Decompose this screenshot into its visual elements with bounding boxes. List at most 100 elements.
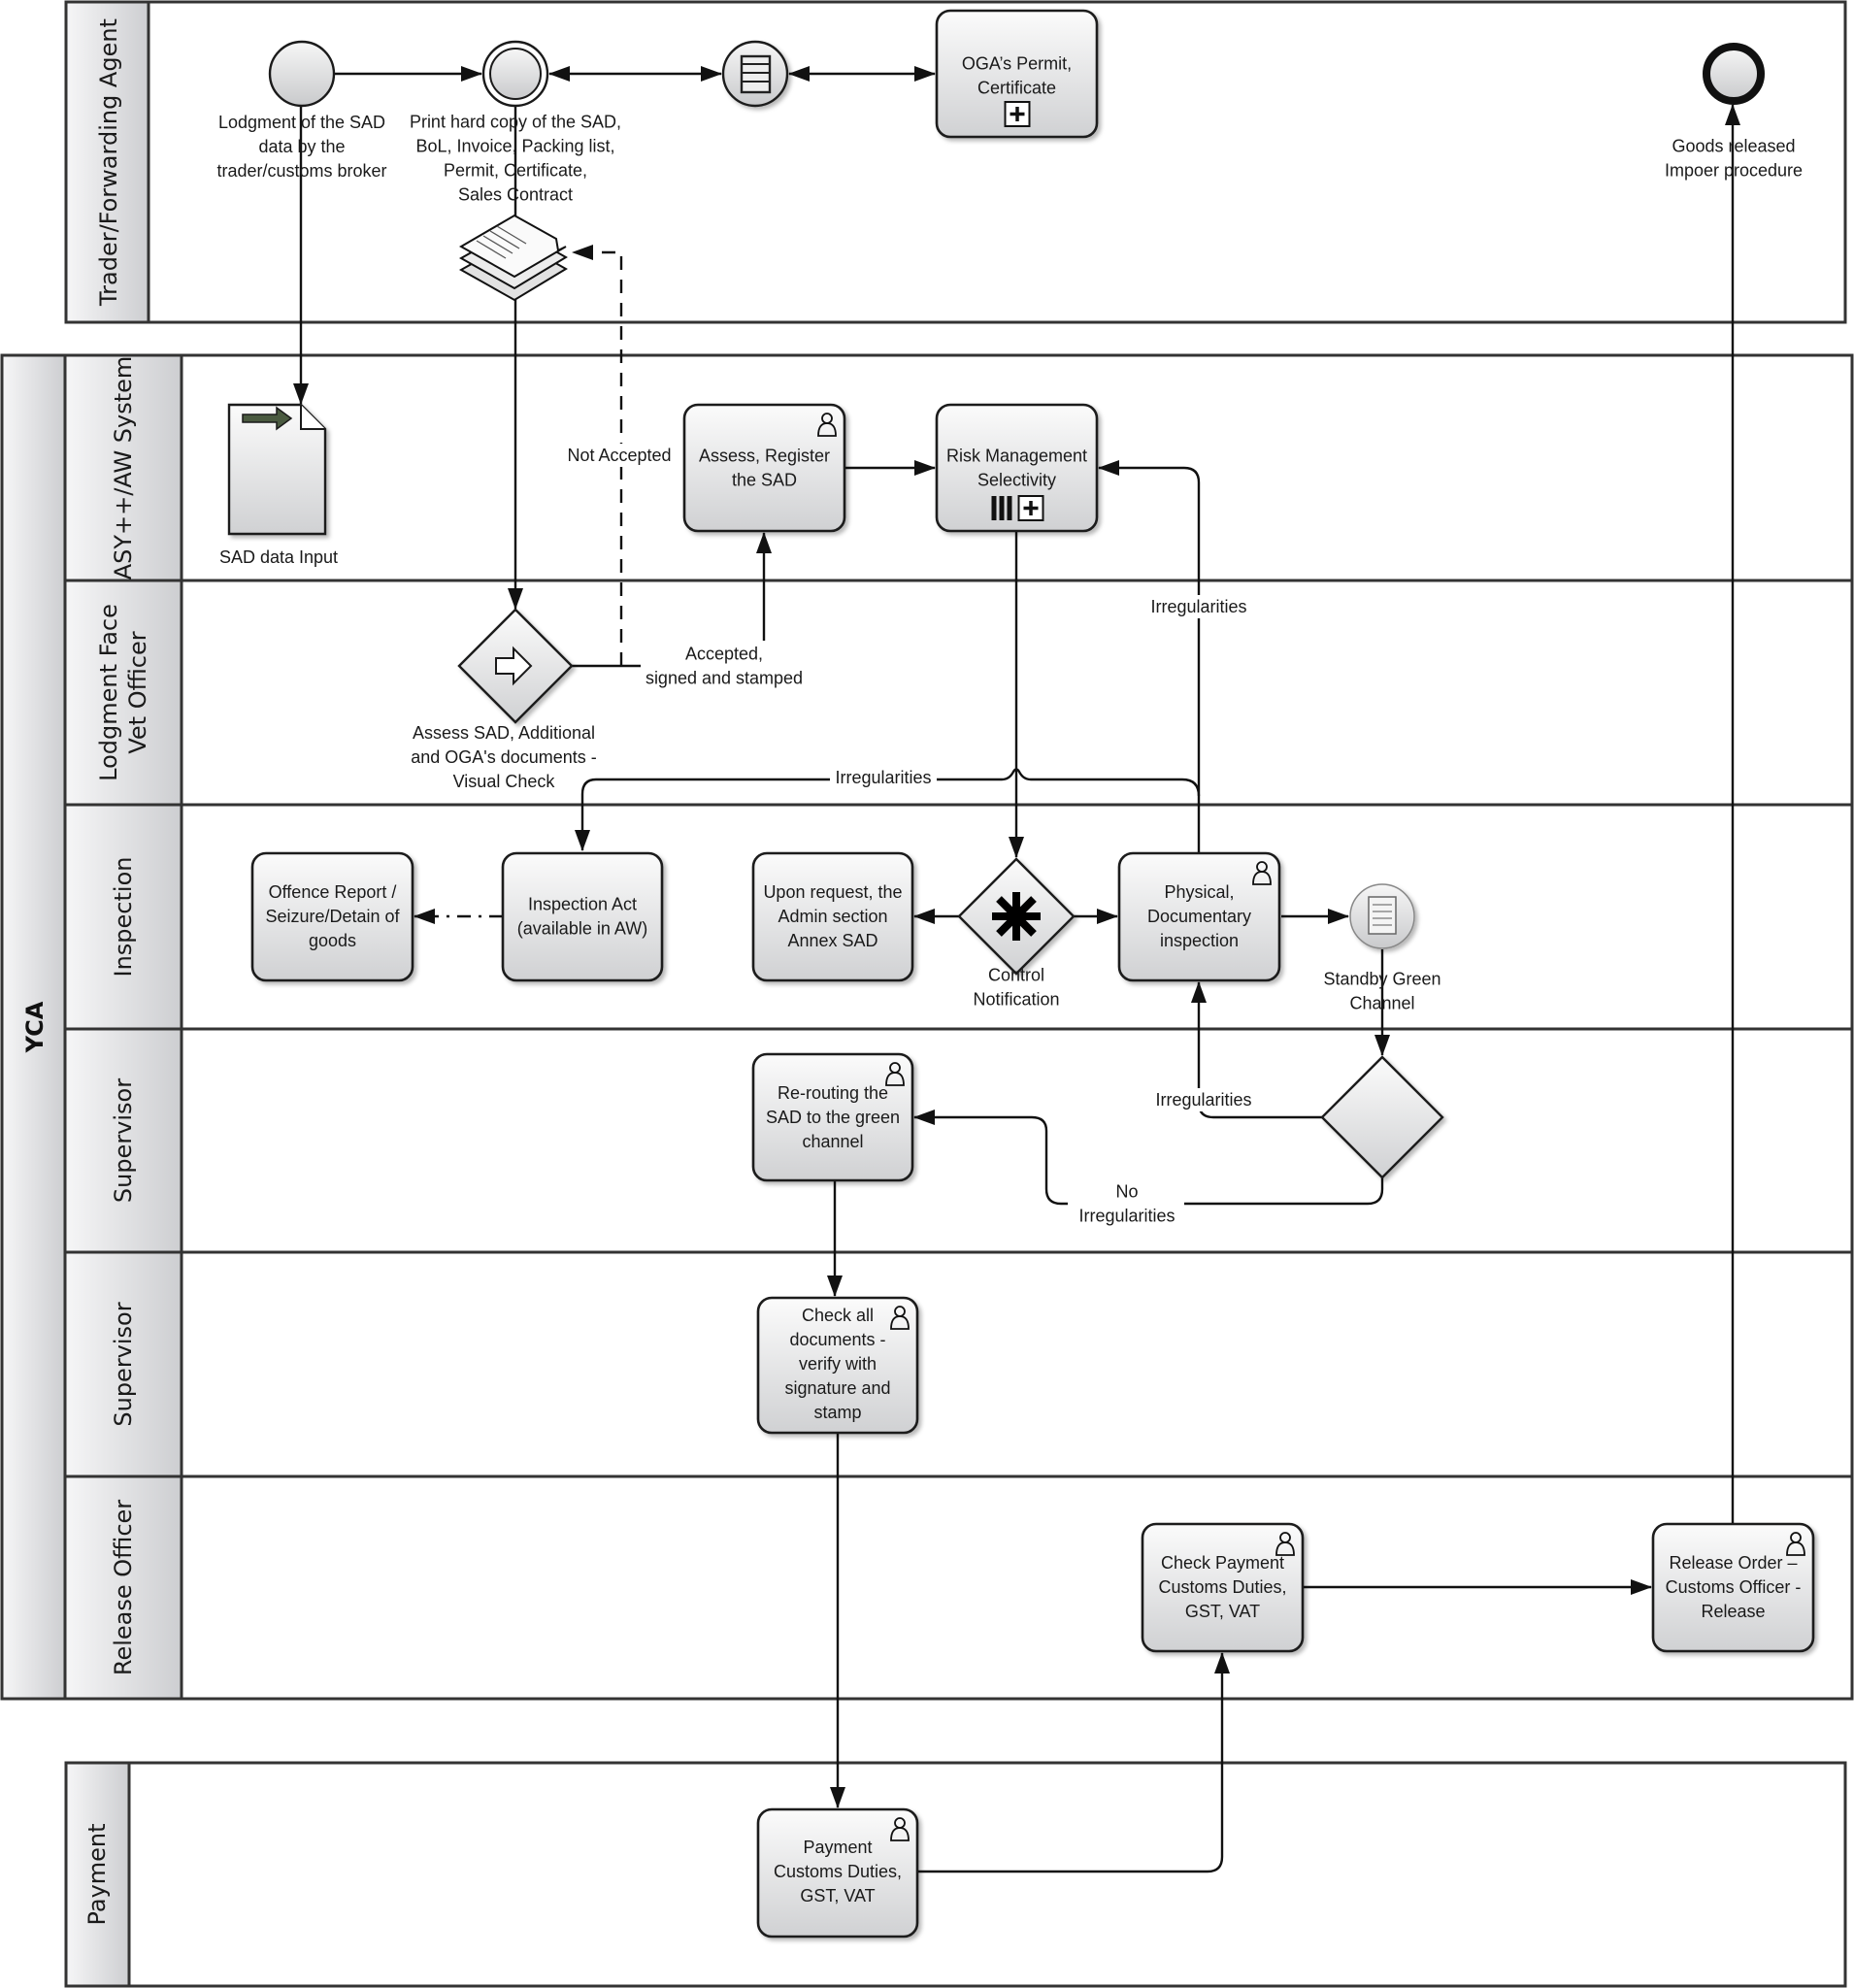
lane-label-line: Lodgment Face [95,604,122,781]
task-label-line: Inspection Act [528,895,637,914]
task-label-line: Assess, Register [699,447,830,466]
task-inspection-act[interactable]: Inspection Act (available in AW) [501,851,664,982]
task-label-line: Admin section [778,907,887,926]
lane-lodgment: Lodgment FaceVet Officer [63,579,1854,807]
documents-stack-icon [458,214,568,302]
task-label-line: Selectivity [977,471,1056,490]
control-gateway-label-line: Control [988,966,1044,985]
task-physical[interactable]: Physical, Documentary inspection [1117,851,1281,982]
pool-yca-label: YCA [21,1001,49,1053]
task-label-line: Risk Management [946,447,1087,466]
task-label-line: OGA’s Permit, [962,54,1072,74]
multi-instance-parallel-icon [991,496,1012,520]
end-event[interactable] [1703,43,1765,105]
visual-check-gateway-label-line: Visual Check [453,772,556,791]
print-event-label-line: Sales Contract [458,185,573,205]
asterisk-icon [992,892,1041,941]
visual-check-gateway-label-line: and OGA's documents - [411,747,597,767]
visual-check-gateway-label-line: Assess SAD, Additional [413,723,595,743]
standby-event-label-line: Channel [1349,994,1414,1013]
end-event-label-line: Goods released [1672,137,1795,156]
task-label-line: documents - [789,1330,885,1349]
start-event-label-line: Lodgment of the SAD [218,113,385,132]
task-label-line: channel [802,1132,863,1151]
sad-data-input-label: SAD data Input [219,547,338,567]
task-release-order[interactable]: Release Order – Customs Officer - Release [1651,1522,1815,1653]
task-label-line: Re-routing the [778,1083,888,1103]
task-oga[interactable]: OGA’s Permit, Certificate [935,9,1099,139]
task-label-line: Annex SAD [787,931,877,950]
document-icon [1368,896,1397,935]
task-label-line: the SAD [732,471,797,490]
lane-label-line: ASY++/AW System [110,356,137,580]
lane-label-line: Inspection [110,857,137,977]
task-label-line: SAD to the green [766,1108,900,1127]
start-event-label-line: trader/customs broker [216,161,386,181]
task-label-line: Upon request, the [763,882,902,902]
task-payment[interactable]: Payment Customs Duties, GST, VAT [756,1807,919,1938]
start-event[interactable] [268,40,336,108]
lane-supervisor1: Supervisor [63,1027,1854,1254]
accepted-label-line: Accepted, [685,645,763,664]
task-label-line: Customs Duties, [1158,1577,1286,1597]
task-label-line: goods [309,931,356,950]
not-accepted-label: Not Accepted [567,446,671,465]
task-label-line: GST, VAT [1185,1602,1260,1621]
print-intermediate-event[interactable] [481,40,549,108]
lane-inspection-label: Inspection [110,857,137,977]
lane-label-line: Vet Officer [124,631,151,753]
task-label-line: Customs Officer - [1666,1577,1802,1597]
no-irregularities-label-line: Irregularities [1078,1207,1175,1226]
task-label-line: Seizure/Detain of [265,907,400,926]
message-event[interactable] [721,40,789,108]
task-label-line: Payment [803,1838,872,1857]
task-risk[interactable]: Risk Management Selectivity [935,403,1099,533]
lane-supervisor2-label: Supervisor [110,1302,137,1426]
task-label-line: Offence Report / [269,882,397,902]
pool-trader-label: Trader/Forwarding Agent [95,18,122,307]
document-list-icon [740,54,772,94]
print-event-label-line: Permit, Certificate, [444,161,587,181]
lane-label-line: Supervisor [110,1078,137,1203]
task-label-line: Customs Duties, [774,1862,902,1881]
task-label-line: Certificate [977,79,1056,98]
lane-supervisor1-label: Supervisor [110,1078,137,1203]
task-label-line: Check all [802,1306,874,1325]
irregularities-risk-label: Irregularities [1150,597,1246,616]
task-label-line: inspection [1160,931,1239,950]
control-gateway-label-line: Notification [973,990,1059,1010]
irregularities-inspection-label: Irregularities [835,768,931,787]
print-event-label-line: BoL, Invoice, Packing list, [415,137,614,156]
task-label-line: GST, VAT [800,1886,875,1905]
task-rerouting[interactable]: Re-routing the SAD to the green channel [751,1052,914,1182]
task-label-line: stamp [813,1403,861,1422]
task-label-line: (available in AW) [517,919,647,939]
pool-payment-label: Payment [83,1823,111,1925]
task-check-docs[interactable]: Check all documents - verify with signature… [756,1296,919,1435]
doc-stack-data-object[interactable] [458,214,568,302]
task-assess-register[interactable]: Assess, Register the SAD [682,403,846,533]
task-label-line: signature and [784,1378,890,1398]
task-check-payment[interactable]: Check Payment Customs Duties, GST, VAT [1141,1522,1305,1653]
lane-release-label: Release Officer [110,1500,137,1675]
lane-label-line: Supervisor [110,1302,137,1426]
task-offence[interactable]: Offence Report / Seizure/Detain of goods [250,851,414,982]
accepted-label-line: signed and stamped [646,669,803,688]
task-label-line: Check Payment [1161,1553,1284,1573]
task-label-line: Release Order – [1669,1553,1797,1573]
subprocess-plus-icon [1017,495,1044,521]
pool-payment: Payment [64,1761,1847,1988]
no-irregularities-label-line: No [1115,1182,1138,1202]
standby-event-label-line: Standby Green [1323,970,1440,989]
standby-green-channel-event[interactable] [1349,883,1415,949]
task-admin-annex[interactable]: Upon request, the Admin section Annex SAD [751,851,914,982]
subprocess-plus-icon [1004,101,1031,127]
start-event-label-line: data by the [258,137,345,156]
bpmn-diagram: Trader/Forwarding Agent YCA ASY++/AW Sys… [0,0,1854,1988]
print-event-label-line: Print hard copy of the SAD, [410,113,621,132]
task-label-line: Physical, [1164,882,1234,902]
end-event-label-line: Impoer procedure [1665,161,1803,181]
lane-asy-label: ASY++/AW System [110,356,137,580]
irregularities-supervisor-label: Irregularities [1155,1090,1251,1110]
task-label-line: Release [1701,1602,1765,1621]
